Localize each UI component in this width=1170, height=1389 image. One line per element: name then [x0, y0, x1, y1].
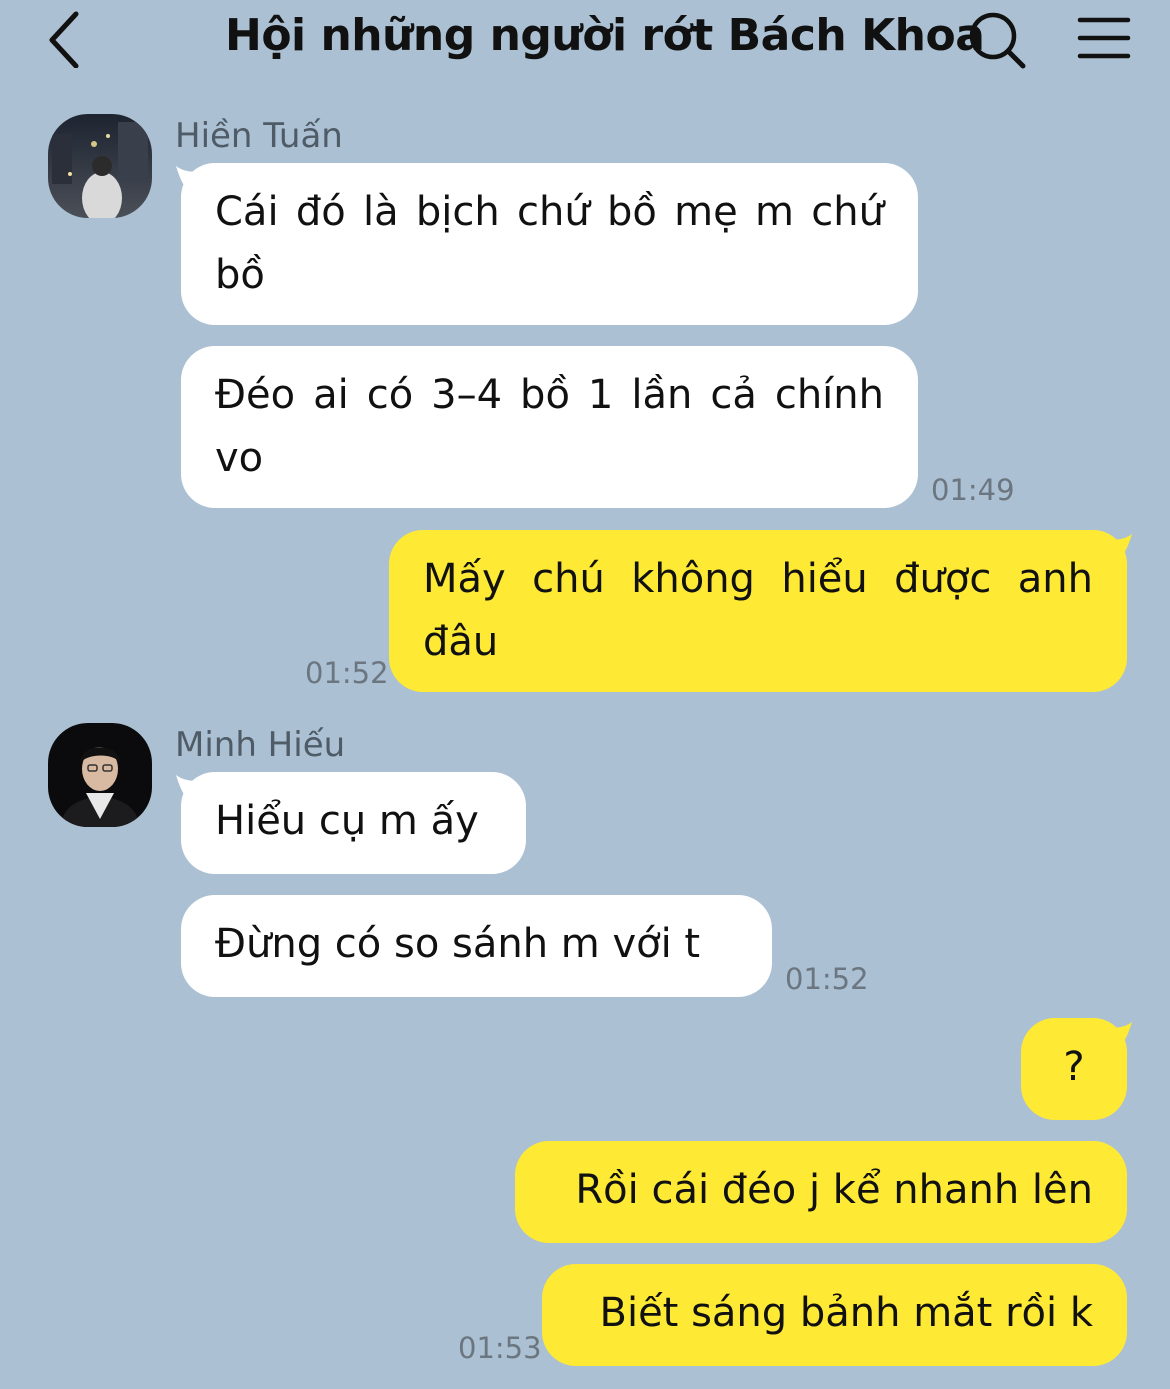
bubble-tail	[1104, 534, 1132, 568]
hamburger-menu-icon	[1077, 17, 1131, 59]
avatar-photo	[48, 723, 152, 827]
message-bubble[interactable]: Biết sáng bảnh mắt rồi k	[542, 1264, 1127, 1366]
message-bubble[interactable]: Mấy chú không hiểu được anh đâu	[389, 530, 1127, 692]
chat-title: Hội những người rớt Bách Khoa	[225, 10, 985, 61]
message-timestamp: 01:52	[305, 656, 389, 690]
chevron-left-icon	[49, 11, 79, 69]
menu-button[interactable]	[1074, 10, 1134, 66]
avatar[interactable]	[48, 114, 152, 218]
back-button[interactable]	[40, 8, 90, 69]
message-timestamp: 01:52	[785, 962, 869, 996]
message-timestamp: 01:49	[931, 473, 1015, 507]
sender-name: Hiền Tuấn	[175, 116, 343, 156]
message-bubble[interactable]: Rồi cái đéo j kể nhanh lên	[515, 1141, 1127, 1243]
search-icon	[969, 12, 1026, 69]
message-bubble[interactable]: Đéo ai có 3–4 bồ 1 lần cả chính vo	[181, 346, 918, 508]
avatar-photo	[48, 114, 152, 218]
chat-header: Hội những người rớt Bách Khoa	[0, 0, 1170, 80]
avatar[interactable]	[48, 723, 152, 827]
message-bubble[interactable]: Hiểu cụ m ấy	[181, 772, 526, 874]
message-bubble[interactable]: Cái đó là bịch chứ bồ mẹ m chứ bồ	[181, 163, 918, 325]
message-bubble[interactable]: Đừng có so sánh m với t	[181, 895, 772, 997]
search-button[interactable]	[965, 8, 1029, 72]
sender-name: Minh Hiếu	[175, 725, 346, 765]
bubble-tail	[1104, 1022, 1132, 1056]
message-timestamp: 01:53	[458, 1331, 542, 1365]
